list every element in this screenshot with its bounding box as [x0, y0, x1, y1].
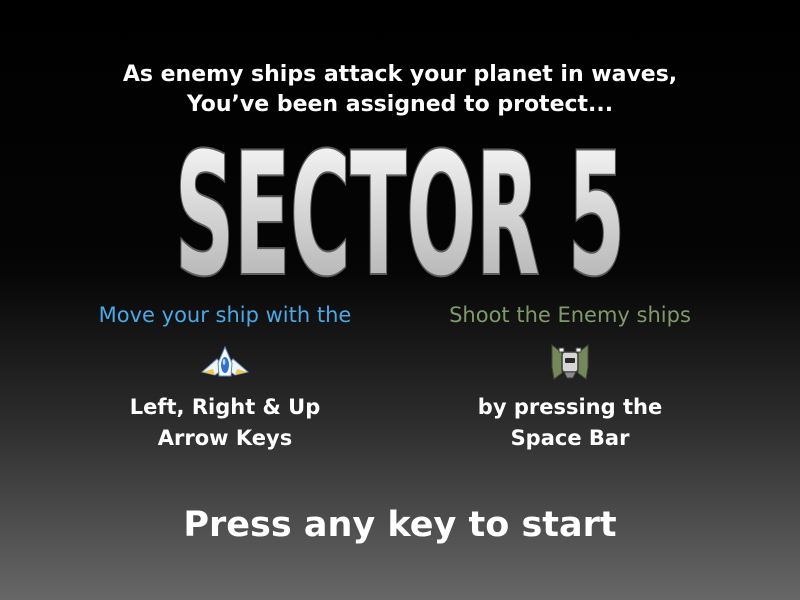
shoot-caption: Shoot the Enemy ships: [449, 303, 691, 327]
player-ship-icon: [201, 346, 249, 377]
move-line-1: Left, Right & Up: [129, 395, 321, 419]
move-caption: Move your ship with the: [98, 303, 352, 327]
move-line-2: Arrow Keys: [157, 426, 293, 450]
game-screen[interactable]: { "intro": { "line1": "As enemy ships at…: [0, 0, 800, 600]
game-title: SECTOR 5: [175, 140, 625, 280]
shoot-line-2: Space Bar: [510, 426, 630, 450]
intro-text: As enemy ships attack your planet in wav…: [0, 60, 800, 120]
intro-line-2: You’ve been assigned to protect...: [186, 92, 614, 117]
enemy-ship-icon: [551, 343, 589, 380]
shoot-line-1: by pressing the: [477, 395, 663, 419]
intro-line-1: As enemy ships attack your planet in wav…: [122, 62, 678, 87]
move-instructions: Move your ship with the Left, Right & Up…: [45, 300, 405, 454]
game-title-logo: SECTOR 5: [0, 140, 800, 280]
shoot-instructions: Shoot the Enemy ships by pressing the Sp…: [390, 300, 750, 454]
shoot-keys-text: by pressing the Space Bar: [390, 392, 750, 454]
press-any-key-prompt[interactable]: Press any key to start: [0, 500, 800, 550]
move-keys-text: Left, Right & Up Arrow Keys: [45, 392, 405, 454]
